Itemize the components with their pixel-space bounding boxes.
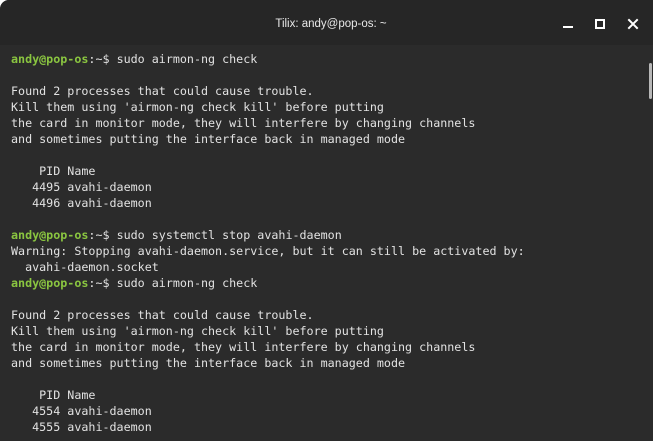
output-text: 4496 avahi-daemon	[11, 196, 152, 210]
maximize-icon	[595, 19, 605, 29]
command-text: sudo airmon-ng check	[116, 276, 258, 290]
output-text: Kill them using 'airmon-ng check kill' b…	[11, 324, 384, 338]
terminal-window: Tilix: andy@pop-os: ~ andy@pop-os:~$ sud…	[0, 0, 662, 441]
minimize-icon	[563, 26, 573, 28]
output-line: Found 2 processes that could cause troub…	[11, 307, 641, 323]
scrollbar[interactable]	[645, 45, 653, 441]
output-line: 4496 avahi-daemon	[11, 195, 641, 211]
prompt-path: :~$	[88, 228, 117, 242]
prompt-line: andy@pop-os:~$ sudo airmon-ng check	[11, 51, 641, 67]
output-text: avahi-daemon.socket	[11, 260, 159, 274]
output-text: Warning: Stopping avahi-daemon.service, …	[11, 244, 525, 258]
output-text: PID Name	[11, 164, 96, 178]
close-icon	[627, 18, 639, 30]
scrollbar-thumb[interactable]	[649, 63, 652, 99]
output-text: and sometimes putting the interface back…	[11, 356, 406, 370]
prompt-path: :~$	[88, 52, 117, 66]
output-text: Found 2 processes that could cause troub…	[11, 84, 314, 98]
output-line: and sometimes putting the interface back…	[11, 355, 641, 371]
prompt-path: :~$	[88, 276, 117, 290]
output-line: Kill them using 'airmon-ng check kill' b…	[11, 323, 641, 339]
output-line: the card in monitor mode, they will inte…	[11, 115, 641, 131]
output-text: the card in monitor mode, they will inte…	[11, 340, 476, 354]
prompt-line: andy@pop-os:~$ sudo airmon-ng check	[11, 275, 641, 291]
command-text: sudo airmon-ng check	[116, 52, 258, 66]
output-line: 4495 avahi-daemon	[11, 179, 641, 195]
output-text: 4495 avahi-daemon	[11, 180, 152, 194]
output-text: 4555 avahi-daemon	[11, 420, 152, 434]
output-line: 4555 avahi-daemon	[11, 419, 641, 435]
prompt-line: andy@pop-os:~$ sudo systemctl stop avahi…	[11, 227, 641, 243]
terminal-lines: andy@pop-os:~$ sudo airmon-ng check Found…	[11, 51, 641, 435]
output-text: Found 2 processes that could cause troub…	[11, 308, 314, 322]
window-edge	[653, 0, 662, 441]
output-line: avahi-daemon.socket	[11, 259, 641, 275]
prompt-user: andy@pop-os	[11, 276, 89, 290]
prompt-user: andy@pop-os	[11, 52, 89, 66]
command-text: sudo systemctl stop avahi-daemon	[116, 228, 342, 242]
output-line: PID Name	[11, 163, 641, 179]
prompt-user: andy@pop-os	[11, 228, 89, 242]
output-text: and sometimes putting the interface back…	[11, 132, 406, 146]
maximize-button[interactable]	[591, 15, 609, 33]
output-text: Kill them using 'airmon-ng check kill' b…	[11, 100, 384, 114]
title-bar[interactable]: Tilix: andy@pop-os: ~	[0, 0, 662, 45]
output-line: PID Name	[11, 387, 641, 403]
output-line: Found 2 processes that could cause troub…	[11, 83, 641, 99]
output-text: PID Name	[11, 388, 96, 402]
terminal-output[interactable]: andy@pop-os:~$ sudo airmon-ng check Found…	[0, 45, 662, 441]
minimize-button[interactable]	[559, 15, 577, 33]
output-line: the card in monitor mode, they will inte…	[11, 339, 641, 355]
output-line: Warning: Stopping avahi-daemon.service, …	[11, 243, 641, 259]
output-text: 4554 avahi-daemon	[11, 404, 152, 418]
output-line: 4554 avahi-daemon	[11, 403, 641, 419]
output-text: the card in monitor mode, they will inte…	[11, 116, 476, 130]
output-line: and sometimes putting the interface back…	[11, 131, 641, 147]
output-line: Kill them using 'airmon-ng check kill' b…	[11, 99, 641, 115]
close-button[interactable]	[624, 15, 642, 33]
